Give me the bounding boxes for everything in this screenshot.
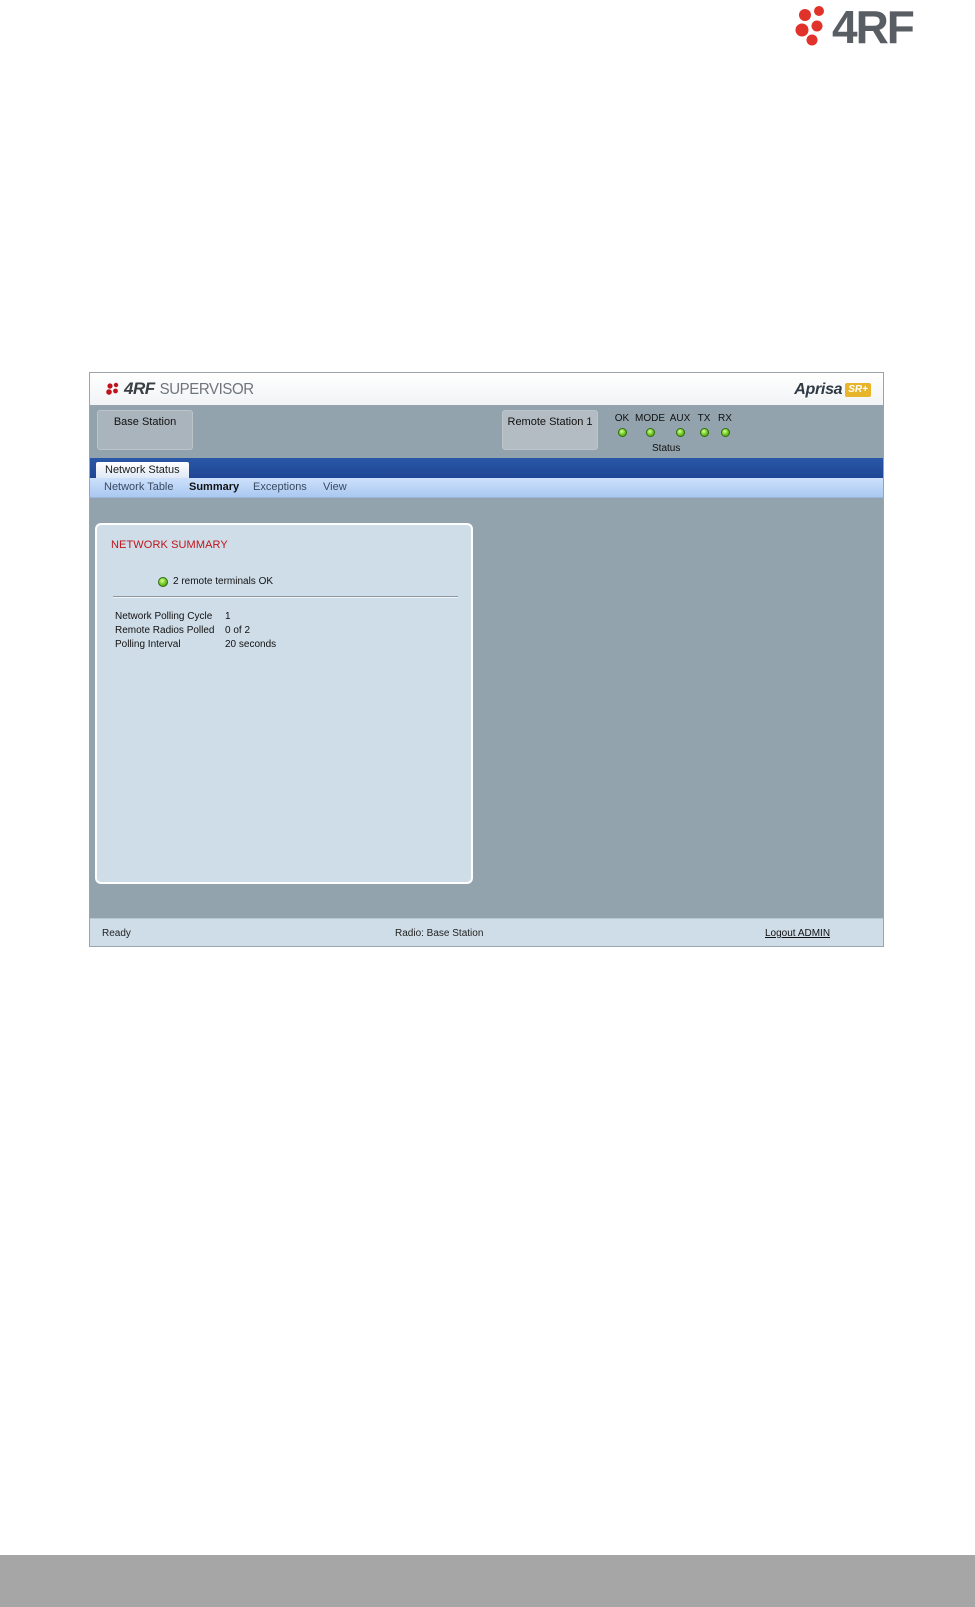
led-mode-indicator-icon (645, 428, 655, 437)
page-footer-band (0, 1555, 975, 1607)
logout-link[interactable]: Logout ADMIN (765, 928, 830, 939)
network-summary-panel: NETWORK SUMMARY 2 remote terminals OK Ne… (95, 523, 473, 884)
led-tx-indicator-icon (699, 428, 709, 437)
subnav-summary[interactable]: Summary (189, 481, 239, 493)
summary-text: 2 remote terminals OK (173, 576, 274, 587)
status-label: Status (652, 443, 681, 454)
sub-navigation: Network Table Summary Exceptions View (90, 478, 883, 498)
remote-station-label: Remote Station 1 (507, 416, 593, 428)
panel-title: NETWORK SUMMARY (111, 539, 228, 551)
led-ok-indicator-icon (617, 428, 627, 437)
aprisa-name: Aprisa (794, 381, 843, 398)
divider (113, 596, 458, 598)
row-polling-interval: Polling Interval 20 seconds (115, 639, 277, 650)
base-station-label: Base Station (113, 416, 177, 428)
row-radios-polled: Remote Radios Polled 0 of 2 (115, 625, 251, 636)
subnav-network-table[interactable]: Network Table (104, 481, 174, 493)
title-bar: 4RF SUPERVISOR Aprisa SR+ (90, 373, 883, 406)
supervisor-window: 4RF SUPERVISOR Aprisa SR+ Base Station R… (89, 372, 884, 947)
led-rx: RX (710, 413, 740, 437)
4rf-dots-icon (106, 382, 119, 395)
page-logo-4rf: 4RF (790, 2, 965, 50)
summary-status: 2 remote terminals OK (158, 576, 273, 587)
led-ok: OK (607, 413, 637, 437)
svg-text:4RF: 4RF (832, 2, 914, 50)
status-ok-icon (158, 576, 168, 587)
row-polling-cycle: Network Polling Cycle 1 (115, 611, 231, 622)
aprisa-badge: SR+ (845, 383, 871, 397)
subnav-view[interactable]: View (323, 481, 347, 493)
aprisa-logo: Aprisa SR+ (794, 381, 871, 399)
led-mode: MODE (635, 413, 665, 437)
status-radio: Radio: Base Station (395, 928, 484, 939)
main-tabbar: Network Status (90, 458, 883, 478)
led-aux-indicator-icon (675, 428, 685, 437)
tab-network-status[interactable]: Network Status (96, 462, 189, 478)
brand: 4RF SUPERVISOR (106, 379, 254, 398)
brand-name: 4RF (124, 379, 155, 398)
base-station-button[interactable]: Base Station (97, 410, 193, 450)
led-rx-indicator-icon (720, 428, 730, 437)
brand-product: SUPERVISOR (159, 380, 254, 398)
station-header: Base Station Remote Station 1 OK MODE AU… (90, 405, 883, 458)
remote-station-button[interactable]: Remote Station 1 (502, 410, 598, 450)
status-bar: Ready Radio: Base Station Logout ADMIN (90, 918, 883, 946)
status-ready: Ready (102, 928, 131, 939)
subnav-exceptions[interactable]: Exceptions (253, 481, 307, 493)
4rf-logo-icon: 4RF (795, 2, 916, 50)
